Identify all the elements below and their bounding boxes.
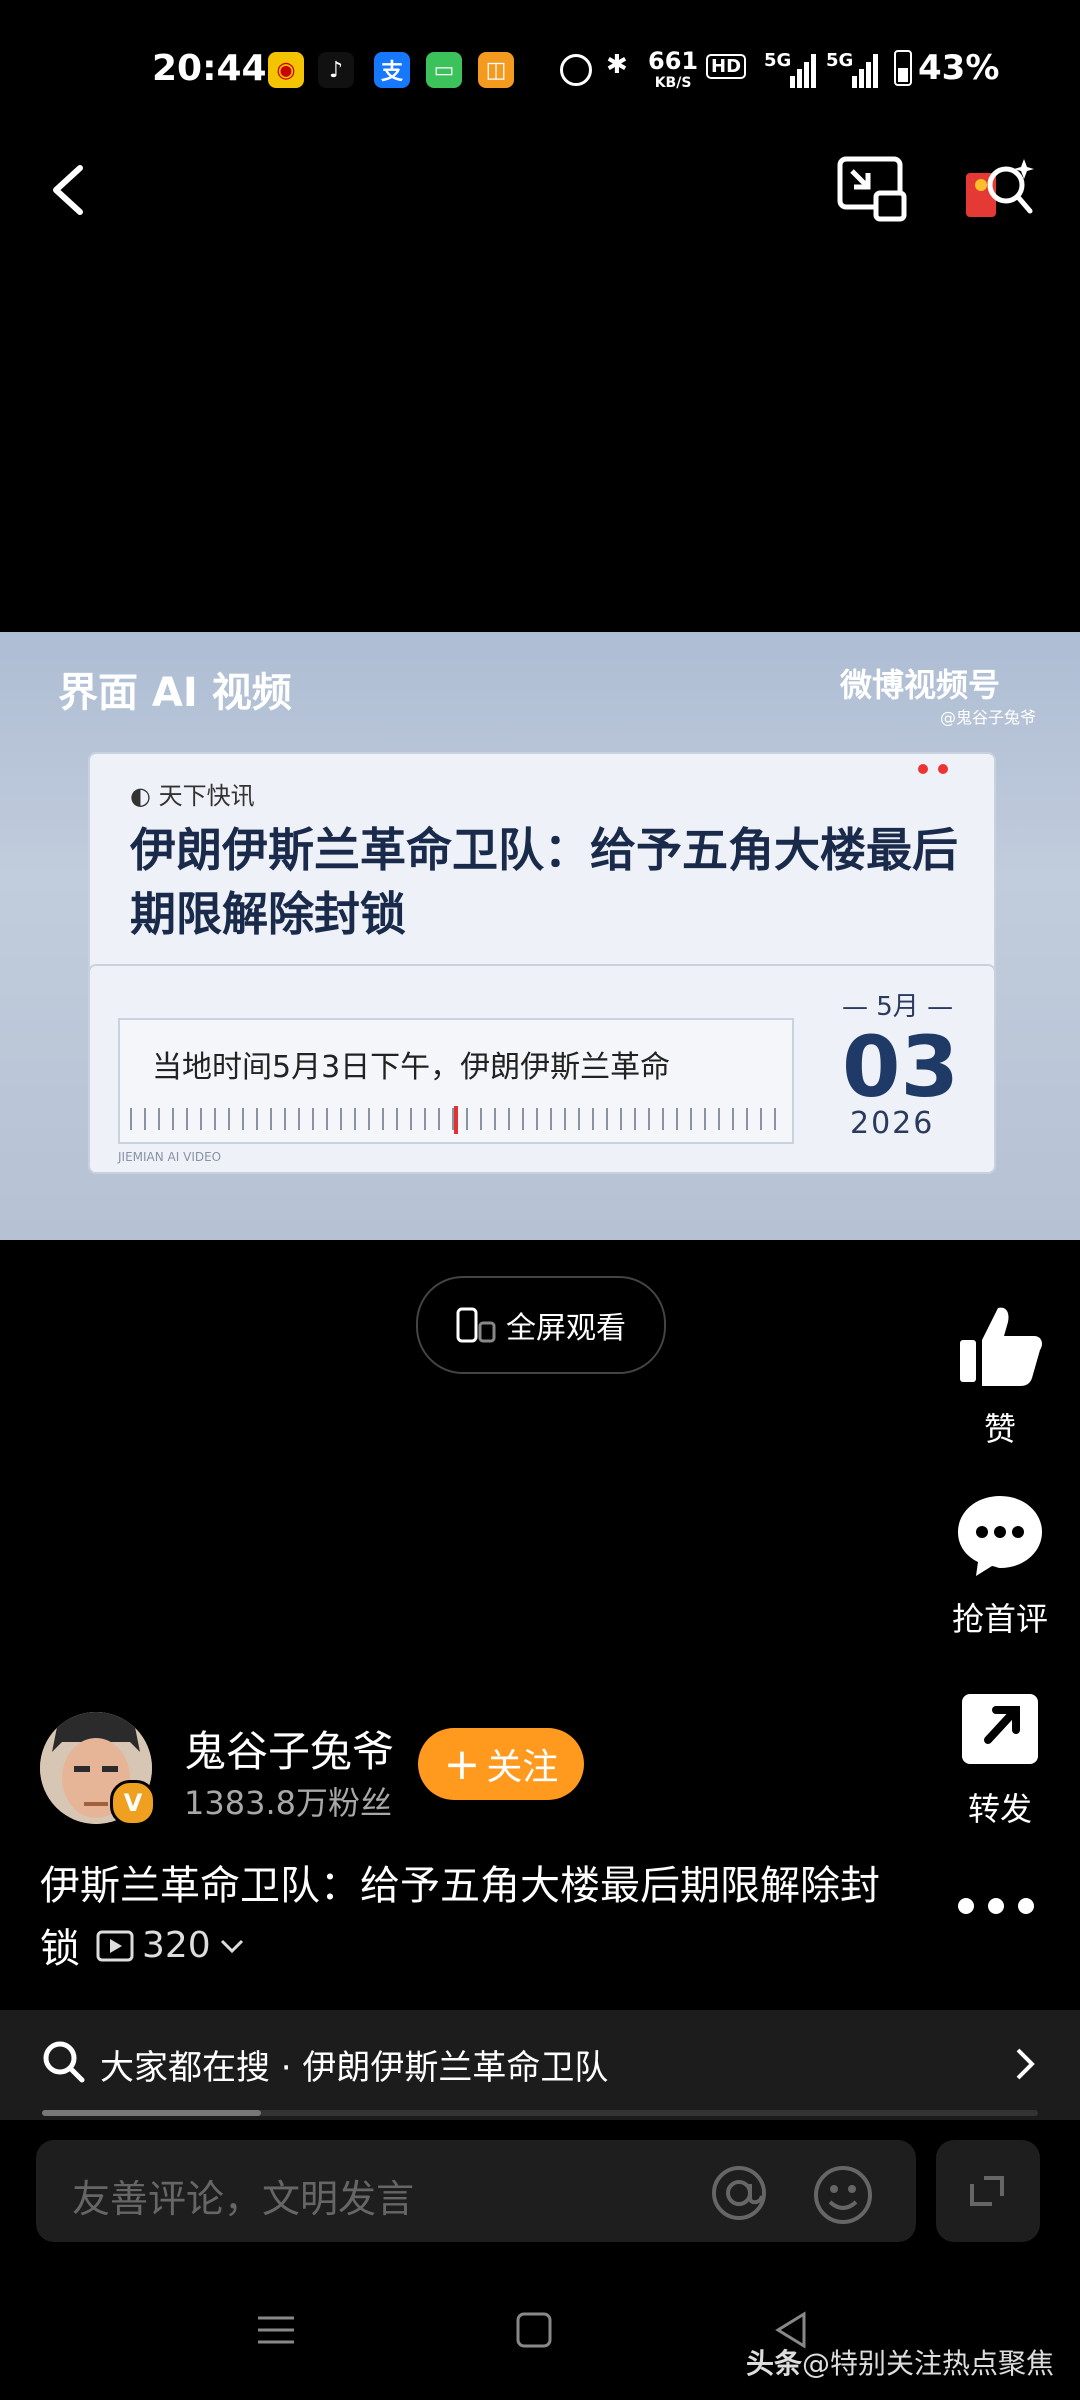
shopping-icon: ◫	[478, 52, 514, 88]
chevron-down-icon	[220, 1939, 243, 1954]
red-packet-search-button[interactable]	[962, 155, 1034, 227]
weibo-icon: ◉	[268, 52, 304, 88]
chevron-right-icon[interactable]	[1012, 2046, 1038, 2082]
author-fans: 1383.8万粉丝	[184, 1784, 392, 1822]
toggle-icon: ◐	[130, 782, 159, 810]
picture-in-picture-icon	[837, 156, 907, 222]
battery-percent: 43%	[918, 48, 1000, 88]
search-suggestion-text[interactable]: 大家都在搜 · 伊朗伊斯兰革命卫队	[100, 2040, 608, 2089]
pip-button[interactable]	[836, 155, 908, 223]
signal-1-label: 5G	[764, 50, 792, 71]
alarm-icon	[560, 54, 592, 86]
thumbs-up-icon	[960, 1307, 1042, 1386]
like-button[interactable]: 赞	[940, 1300, 1060, 1450]
expand-comment-button[interactable]	[936, 2140, 1040, 2242]
like-label: 赞	[983, 1410, 1016, 1448]
ticker-text: 当地时间5月3日下午，伊朗伊斯兰革命	[152, 1050, 671, 1085]
video-weibo-handle: @鬼谷子兔爷	[940, 708, 1037, 727]
author-name[interactable]: 鬼谷子兔爷	[184, 1718, 394, 1779]
signal-2-label: 5G	[826, 50, 854, 71]
video-footer: JIEMIAN AI VIDEO	[118, 1150, 222, 1164]
video-weibo-logo: 微博视频号	[840, 666, 1001, 704]
video-headline: 伊朗伊斯兰革命卫队：给予五角大楼最后期限解除封锁	[130, 823, 958, 941]
video-source-logo: 界面 AI 视频	[58, 670, 292, 716]
bluetooth-icon: ✱	[606, 50, 628, 80]
hd-badge: HD	[706, 54, 747, 79]
signal-1-icon	[790, 54, 816, 92]
comment-bubble-icon	[958, 1496, 1042, 1576]
video-caption[interactable]: 伊斯兰革命卫队：给予五角大楼最后期限解除封锁 320	[40, 1856, 880, 1979]
share-icon	[962, 1694, 1038, 1764]
video-tag: ◐ 天下快讯	[130, 776, 255, 811]
back-arrow-icon	[53, 165, 83, 215]
fullscreen-button[interactable]: 全屏观看	[416, 1276, 666, 1374]
follow-label: 关注	[486, 1747, 559, 1788]
rotate-phone-icon	[456, 1307, 496, 1343]
messages-icon: ▭	[426, 52, 462, 88]
back-button[interactable]	[40, 160, 100, 220]
follow-button[interactable]: + 关注	[418, 1728, 584, 1800]
tiktok-icon: ♪	[318, 52, 354, 88]
more-dots-icon	[958, 1898, 1034, 1914]
fullscreen-label: 全屏观看	[506, 1311, 626, 1346]
network-speed: 661 KB/S	[648, 47, 699, 94]
emoji-icon[interactable]	[812, 2164, 874, 2226]
video-tag-text: 天下快讯	[158, 782, 255, 810]
date-year: 2026	[850, 1106, 935, 1141]
comment-label: 抢首评	[951, 1600, 1048, 1638]
view-count-value: 320	[142, 1925, 211, 1966]
video-progress-fill	[42, 2110, 261, 2116]
watermark-handle: @特别关注热点聚焦	[802, 2347, 1055, 2380]
network-speed-unit: KB/S	[654, 75, 692, 91]
home-nav-icon[interactable]	[514, 2310, 554, 2350]
share-button[interactable]: 转发	[940, 1680, 1060, 1830]
menu-nav-icon[interactable]	[256, 2310, 296, 2350]
more-options-button[interactable]	[956, 1896, 1036, 1916]
verified-badge-icon: V	[110, 1780, 156, 1826]
share-label: 转发	[967, 1790, 1032, 1828]
alipay-icon: 支	[374, 52, 410, 88]
search-icon	[42, 2040, 86, 2084]
card-dot	[918, 764, 928, 774]
ticker-indicator	[454, 1106, 458, 1134]
signal-2-icon	[852, 54, 878, 92]
view-count[interactable]: 320	[96, 1916, 245, 1976]
red-packet-icon	[966, 159, 1034, 217]
plus-icon: +	[443, 1738, 481, 1790]
status-time: 20:44	[152, 48, 267, 89]
play-count-icon	[96, 1930, 134, 1962]
battery-icon	[894, 50, 912, 86]
comment-placeholder: 友善评论，文明发言	[72, 2177, 415, 2221]
network-speed-value: 661	[648, 47, 699, 75]
expand-icon	[970, 2176, 1004, 2206]
watermark-brand: 头条	[746, 2347, 803, 2380]
card-dot	[938, 764, 948, 774]
date-day: 03	[842, 1018, 959, 1116]
watermark: 头条@特别关注热点聚焦	[746, 2342, 1054, 2382]
mention-icon[interactable]	[710, 2164, 768, 2222]
comment-button[interactable]: 抢首评	[940, 1490, 1060, 1640]
